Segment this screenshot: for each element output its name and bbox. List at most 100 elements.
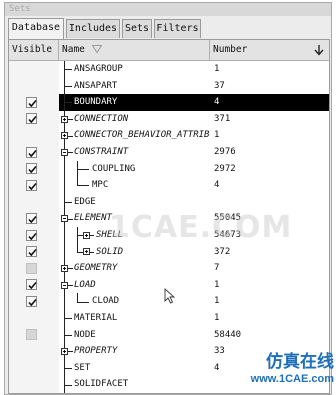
visibility-checkbox[interactable]	[26, 212, 37, 224]
expand-icon[interactable]	[83, 248, 90, 256]
visible-cell	[9, 260, 59, 277]
table-row[interactable]: ANSAPART 37	[9, 77, 329, 95]
visibility-checkbox[interactable]	[26, 179, 37, 191]
table-row[interactable]: NODE 58440	[9, 326, 329, 344]
column-header-name[interactable]: Name	[59, 40, 210, 60]
brand-url: www.1CAE.com	[250, 373, 334, 385]
visibility-checkbox[interactable]	[26, 146, 37, 158]
table-row[interactable]: MPC 4	[9, 177, 329, 194]
row-name: CONSTRAINT	[74, 147, 129, 157]
visible-cell	[9, 94, 59, 111]
sets-panel: Sets Database Includes Sets Filters Visi…	[4, 2, 332, 395]
row-name: EDGE	[74, 196, 96, 207]
visibility-checkbox[interactable]	[26, 279, 37, 291]
name-cell: SOLIDFACET	[59, 376, 210, 393]
collapse-icon[interactable]	[61, 148, 68, 156]
expand-icon[interactable]	[61, 347, 68, 355]
visible-cell	[9, 326, 59, 344]
expand-icon[interactable]	[83, 231, 90, 239]
visible-cell	[9, 310, 59, 327]
name-cell: ANSAGROUP	[59, 61, 210, 78]
visibility-checkbox[interactable]	[26, 329, 37, 341]
tree-line	[90, 251, 94, 253]
mouse-pointer-icon	[164, 288, 176, 304]
visible-cell	[9, 276, 59, 294]
row-name: ANSAPART	[74, 80, 118, 91]
table-row[interactable]: ANSAGROUP 1	[9, 61, 329, 78]
visibility-checkbox[interactable]	[26, 163, 37, 175]
visibility-checkbox[interactable]	[26, 262, 37, 274]
tab-bar: Database Includes Sets Filters	[5, 18, 331, 39]
visibility-checkbox[interactable]	[26, 229, 37, 241]
row-number: 4	[210, 94, 329, 111]
expand-icon[interactable]	[61, 115, 68, 123]
name-cell: CONSTRAINT	[59, 144, 210, 161]
tab-filters[interactable]: Filters	[154, 19, 201, 38]
table-header: Visible Name Number	[9, 40, 329, 61]
tree-line	[64, 318, 72, 320]
name-cell: ANSAPART	[59, 77, 210, 95]
table-row[interactable]: CONSTRAINT 2976	[9, 144, 329, 161]
row-number: 372	[214, 246, 231, 257]
visible-cell	[9, 393, 59, 394]
visibility-checkbox[interactable]	[26, 295, 37, 307]
tree-line	[64, 227, 65, 244]
tree-line	[64, 69, 72, 71]
row-number: 1	[214, 64, 220, 74]
table-row[interactable]: EDGE	[9, 193, 329, 211]
tree-line	[64, 102, 72, 104]
table-row[interactable]: CONNECTOR_BEHAVIOR_ATTRIBUTE 1	[9, 127, 329, 144]
tree-line	[64, 384, 72, 386]
visible-cell	[9, 160, 59, 178]
column-header-visible[interactable]: Visible	[9, 40, 59, 60]
row-name: CONNECTION	[74, 113, 129, 124]
table-row[interactable]: COUPLING 2972	[9, 160, 329, 178]
table-row[interactable]: STEP 2	[9, 393, 329, 394]
row-name: SOLID	[96, 246, 124, 257]
expand-icon[interactable]	[61, 132, 68, 140]
expand-icon[interactable]	[61, 264, 68, 272]
row-number: 2	[210, 393, 329, 394]
visibility-checkbox[interactable]	[26, 96, 37, 108]
table-row[interactable]: CONNECTION 371	[9, 110, 329, 128]
row-name: CONNECTOR_BEHAVIOR_ATTRIBUTE	[74, 130, 210, 141]
name-cell: MATERIAL	[59, 310, 210, 327]
row-number: 7	[214, 263, 220, 274]
tab-includes[interactable]: Includes	[66, 19, 120, 38]
visible-cell	[9, 359, 59, 377]
table-row[interactable]: BOUNDARY 4	[9, 94, 329, 111]
visible-cell	[9, 293, 59, 310]
column-header-name-label: Name	[62, 44, 85, 55]
row-number: 1	[214, 130, 220, 141]
name-cell: SET	[59, 359, 210, 377]
visibility-checkbox[interactable]	[26, 113, 37, 125]
column-header-number[interactable]: Number	[210, 40, 329, 60]
tab-sets[interactable]: Sets	[122, 19, 152, 38]
collapse-icon[interactable]	[61, 281, 68, 289]
name-cell: CONNECTION	[59, 110, 210, 128]
tree-line	[77, 177, 78, 186]
row-number: 2972	[214, 163, 236, 174]
site-branding: 仿真在线 www.1CAE.com	[230, 352, 334, 386]
visible-cell	[9, 243, 59, 261]
table-row[interactable]: MATERIAL 1	[9, 310, 329, 327]
tree-line	[68, 268, 73, 270]
visible-cell	[9, 127, 59, 144]
collapse-icon[interactable]	[61, 215, 68, 223]
row-number: 1	[214, 279, 220, 290]
table-row[interactable]: GEOMETRY 7	[9, 260, 329, 277]
sets-table: Visible Name Number ANSAGROUP 1 ANSAPART 37…	[8, 39, 330, 394]
window-title: Sets	[5, 3, 331, 16]
watermark: 1CAE.COM	[109, 210, 293, 245]
arrow-down-icon[interactable]	[313, 44, 325, 56]
tab-database[interactable]: Database	[8, 18, 64, 39]
brand-chinese-text: 仿真在线	[266, 352, 334, 372]
visibility-checkbox[interactable]	[26, 246, 37, 258]
row-number: 2976	[214, 147, 236, 157]
name-cell: MPC	[59, 177, 210, 194]
visible-cell	[9, 227, 59, 244]
row-number: 37	[214, 80, 225, 91]
row-number: 4	[214, 180, 220, 191]
table-row[interactable]: SOLID 372	[9, 243, 329, 261]
name-cell: LOAD	[59, 276, 210, 294]
